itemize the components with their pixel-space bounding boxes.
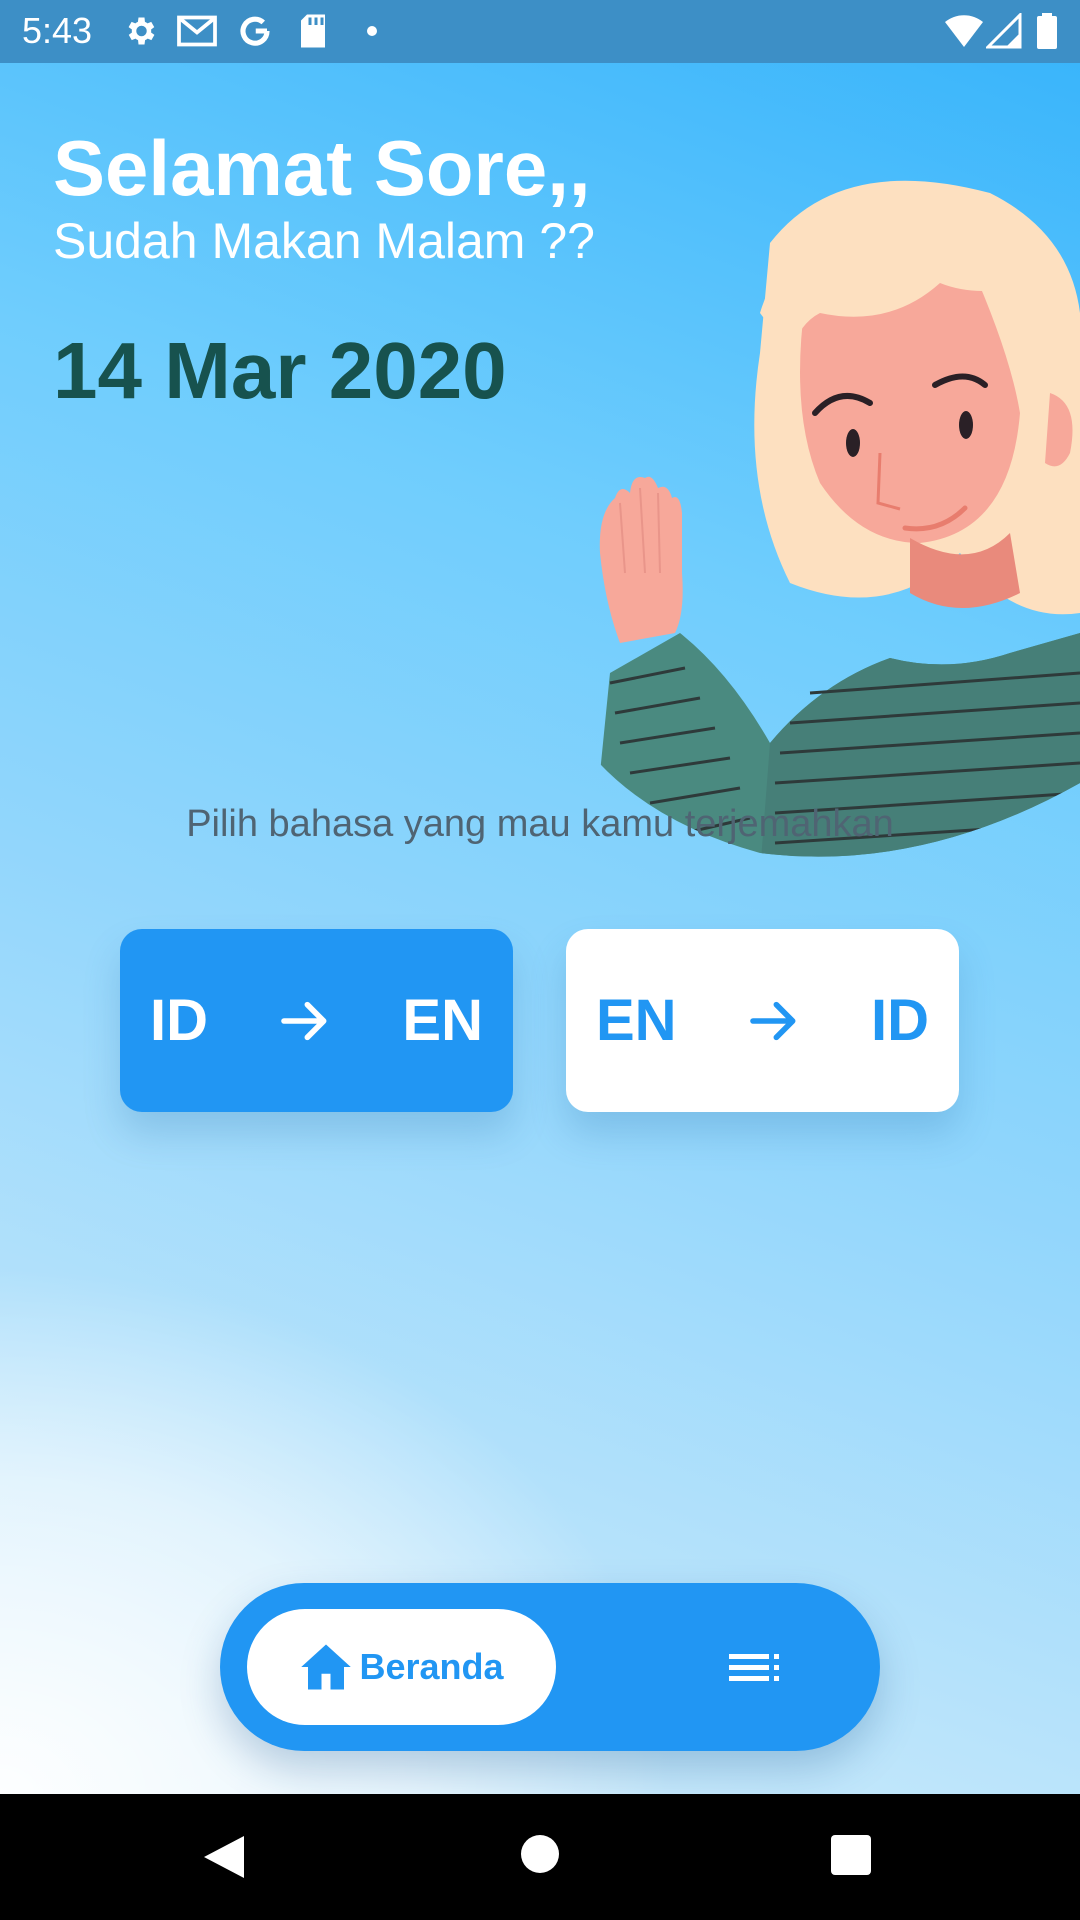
source-language-label: EN xyxy=(596,988,677,1053)
gear-icon xyxy=(128,17,155,45)
current-date: 14 Mar 2020 xyxy=(53,326,507,415)
greeting-title: Selamat Sore,, xyxy=(53,124,591,212)
recents-icon[interactable] xyxy=(830,1834,872,1876)
google-icon xyxy=(240,16,270,46)
arrow-right-icon xyxy=(749,1001,796,1040)
sd-card-icon xyxy=(301,14,325,48)
home-screen: Selamat Sore,, Sudah Makan Malam ?? 14 M… xyxy=(0,63,1080,1794)
signal-icon xyxy=(986,13,1022,49)
waving-woman-illustration xyxy=(590,180,1080,857)
source-language-label: ID xyxy=(150,988,208,1053)
language-prompt: Pilih bahasa yang mau kamu terjemahkan xyxy=(186,803,894,845)
nav-home-label: Beranda xyxy=(359,1646,504,1687)
en-to-id-button[interactable]: EN ID xyxy=(566,929,959,1112)
greeting-subtitle: Sudah Makan Malam ?? xyxy=(53,213,595,269)
battery-icon xyxy=(1037,13,1057,49)
bottom-navigation: Beranda xyxy=(220,1583,880,1751)
dot-icon xyxy=(367,26,377,36)
playlist-icon xyxy=(729,1654,779,1681)
id-to-en-button[interactable]: ID EN xyxy=(120,929,513,1112)
wifi-icon xyxy=(945,15,983,47)
home-icon xyxy=(301,1644,352,1690)
status-time: 5:43 xyxy=(22,10,93,51)
target-language-label: ID xyxy=(870,988,929,1053)
target-language-label: EN xyxy=(402,988,483,1053)
back-icon[interactable] xyxy=(202,1834,246,1880)
status-bar: 5:43 xyxy=(0,0,1080,63)
system-navigation-bar xyxy=(0,1794,1080,1920)
nav-history-button[interactable] xyxy=(720,1633,790,1703)
home-circle-icon[interactable] xyxy=(520,1834,560,1874)
gmail-icon xyxy=(177,15,217,47)
arrow-right-icon xyxy=(281,1001,327,1040)
nav-home-button[interactable]: Beranda xyxy=(247,1609,556,1725)
